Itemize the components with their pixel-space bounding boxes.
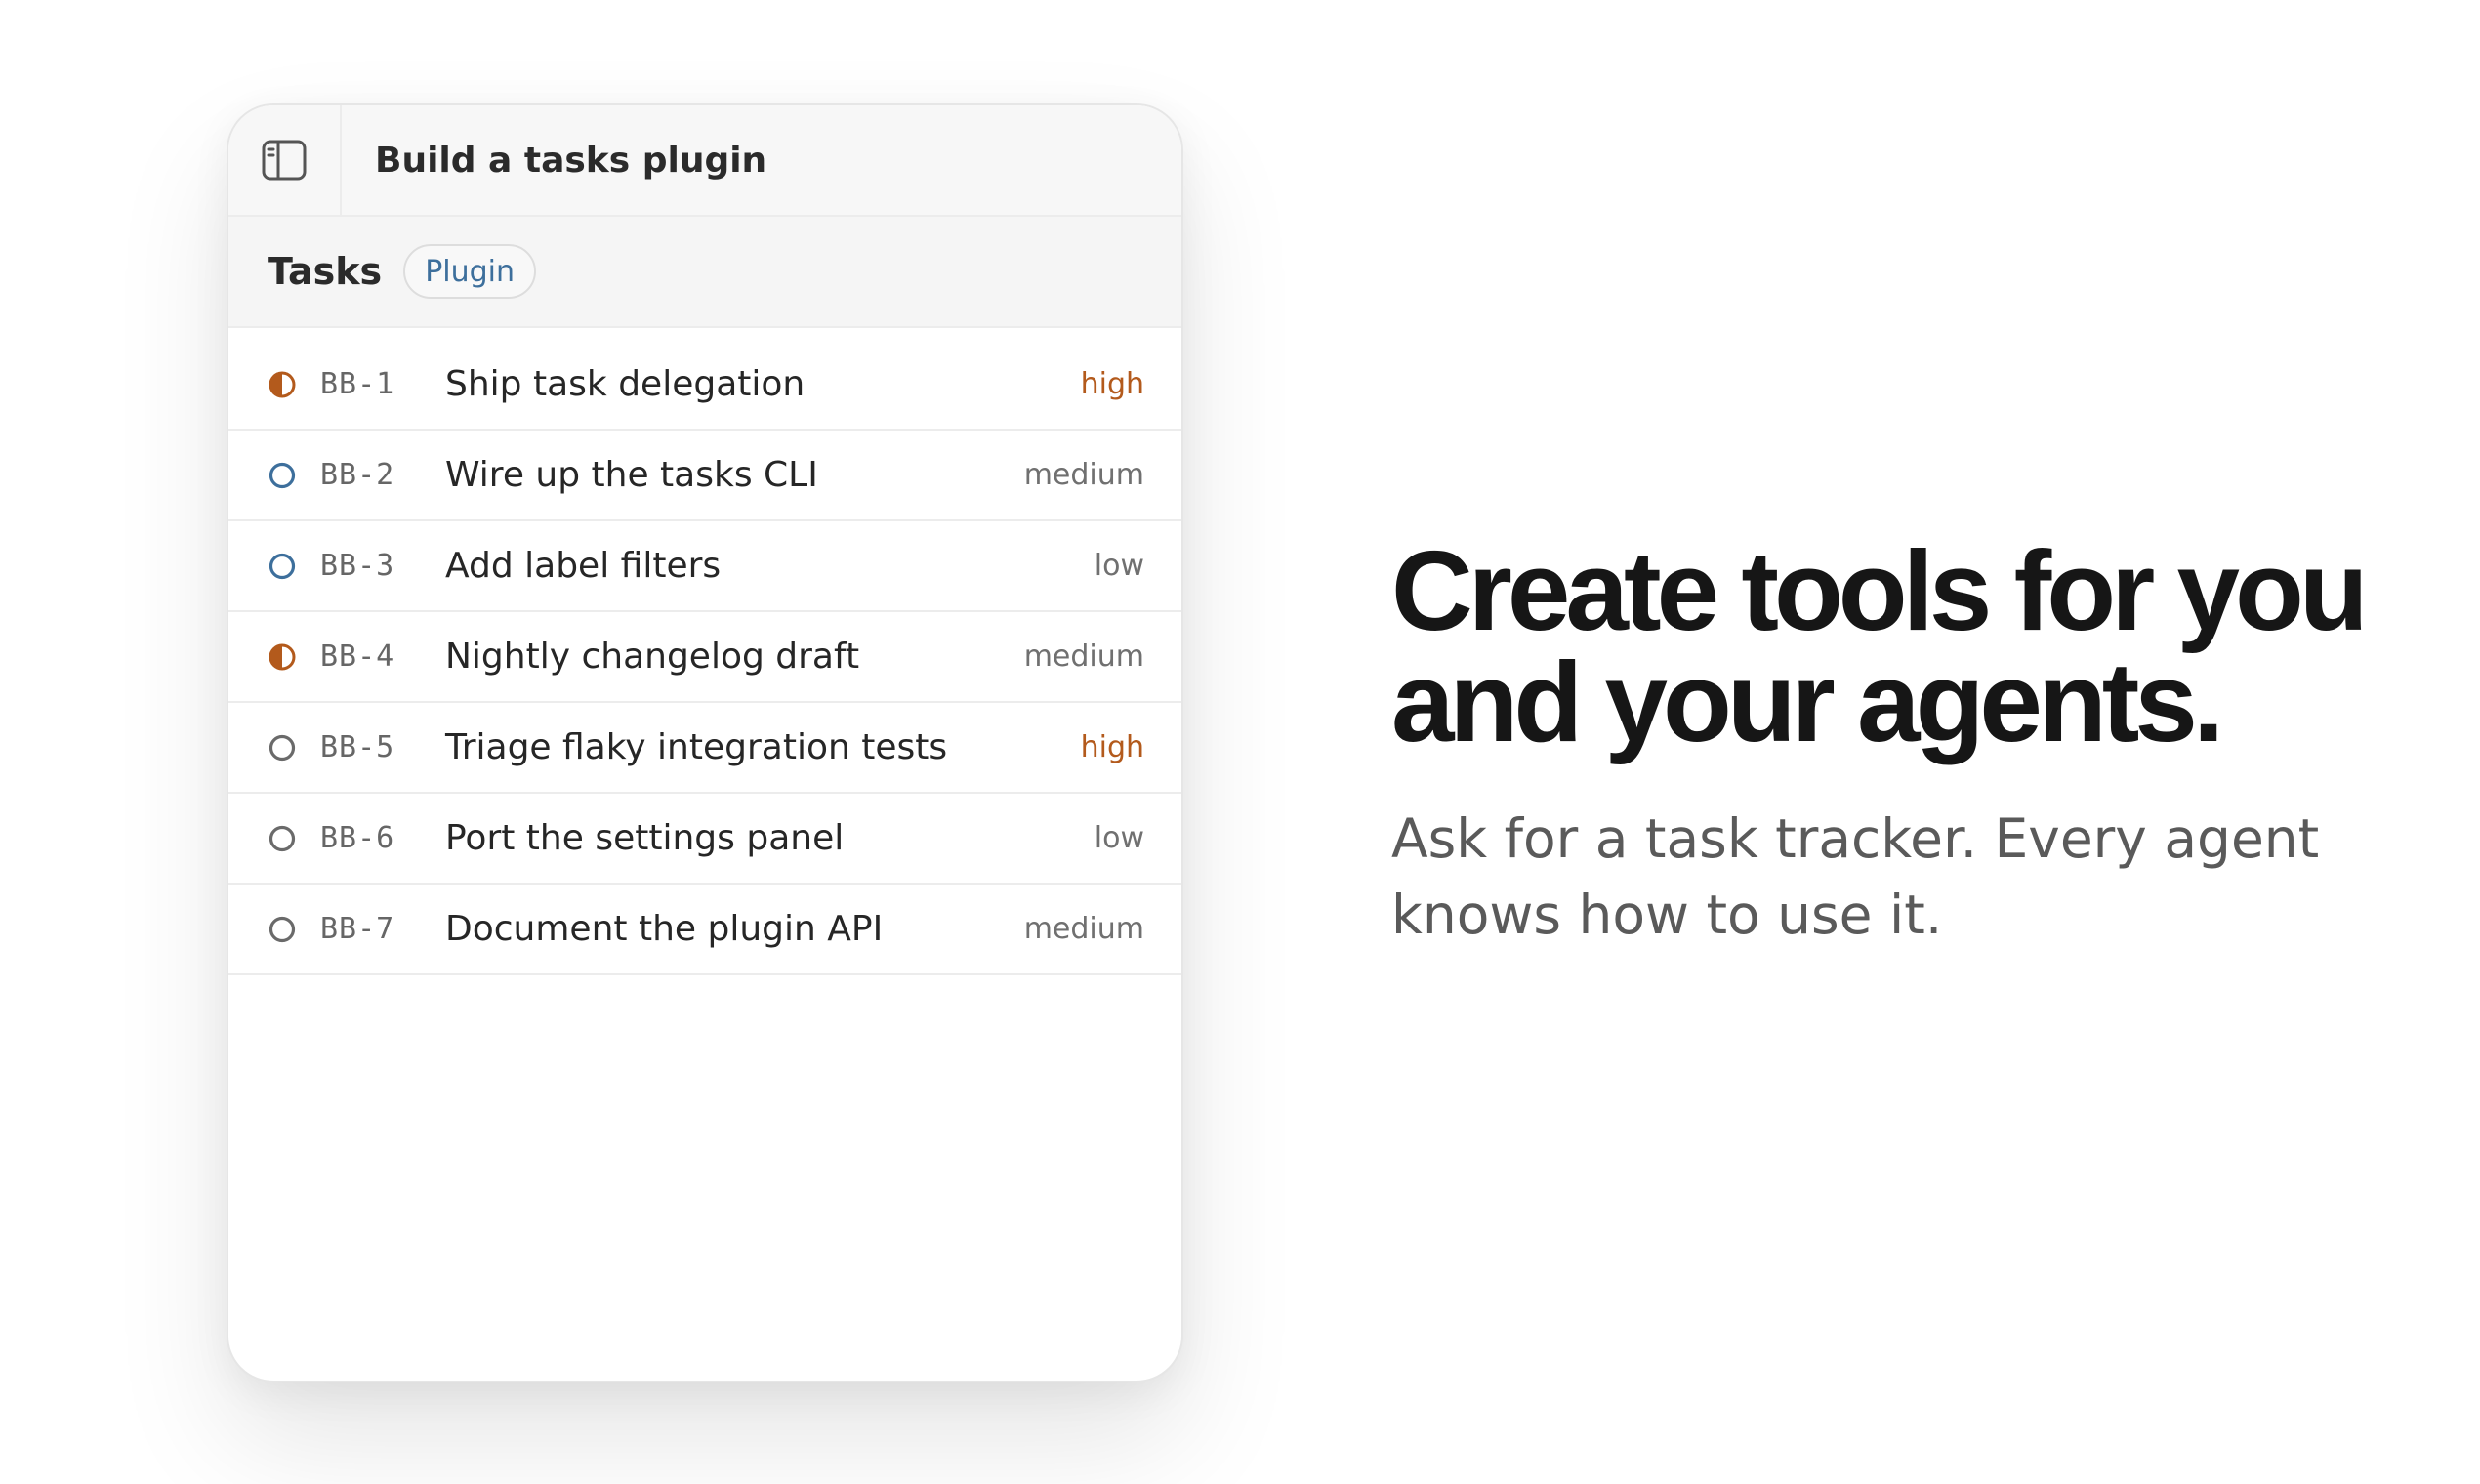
status-in-progress-icon: [269, 643, 296, 670]
task-title: Wire up the tasks CLI: [445, 455, 818, 495]
subheadline-line-2: knows how to use it.: [1391, 884, 1943, 946]
task-title: Ship task delegation: [445, 364, 806, 404]
sidebar-toggle-button[interactable]: [228, 105, 342, 216]
task-row[interactable]: BB-2 Wire up the tasks CLI medium: [228, 431, 1181, 521]
sidebar-panel-icon: [262, 140, 307, 181]
task-priority: low: [1094, 549, 1144, 583]
task-row[interactable]: BB-3 Add label filters low: [228, 521, 1181, 612]
tasks-heading: Tasks: [268, 250, 383, 293]
headline-line-1: Create tools for you: [1391, 527, 2369, 654]
task-priority: low: [1094, 821, 1144, 855]
status-open-icon: [269, 553, 296, 579]
task-row[interactable]: BB-6 Port the settings panel low: [228, 794, 1181, 885]
task-title: Nightly changelog draft: [445, 637, 860, 677]
plugin-badge: Plugin: [403, 244, 537, 299]
task-id: BB-3: [320, 549, 395, 583]
page: Build a tasks plugin Tasks Plugin BB-1 Sh…: [0, 0, 2480, 1484]
task-title: Triage flaky integration tests: [445, 727, 948, 767]
task-row[interactable]: BB-5 Triage flaky integration tests high: [228, 703, 1181, 794]
status-open-icon: [269, 462, 296, 488]
app-window: Build a tasks plugin Tasks Plugin BB-1 Sh…: [227, 103, 1183, 1382]
headline: Create tools for you and your agents.: [1391, 527, 2426, 765]
status-open-icon: [269, 916, 296, 942]
task-id: BB-6: [320, 821, 395, 855]
task-title: Port the settings panel: [445, 818, 845, 858]
status-open-icon: [269, 825, 296, 851]
task-list: BB-1 Ship task delegation high BB-2 Wire up …: [228, 328, 1181, 975]
tasks-header: Tasks Plugin: [228, 217, 1181, 328]
subheadline-line-1: Ask for a task tracker. Every agent: [1391, 807, 2320, 870]
task-id: BB-5: [320, 730, 395, 764]
task-title: Add label filters: [445, 546, 722, 586]
task-row[interactable]: BB-7 Document the plugin API medium: [228, 885, 1181, 975]
task-title: Document the plugin API: [445, 909, 884, 949]
task-id: BB-1: [320, 367, 395, 401]
task-id: BB-4: [320, 639, 395, 674]
task-priority: high: [1080, 730, 1144, 764]
task-id: BB-7: [320, 912, 395, 946]
title-bar: Build a tasks plugin: [228, 105, 1181, 217]
window-title: Build a tasks plugin: [375, 140, 767, 181]
task-row[interactable]: BB-4 Nightly changelog draft medium: [228, 612, 1181, 703]
task-priority: medium: [1023, 458, 1144, 492]
headline-line-2: and your agents.: [1391, 639, 2224, 765]
status-in-progress-icon: [269, 371, 296, 397]
task-priority: medium: [1023, 639, 1144, 674]
status-open-icon: [269, 734, 296, 761]
task-priority: high: [1080, 367, 1144, 401]
task-row[interactable]: BB-1 Ship task delegation high: [228, 340, 1181, 431]
subheadline: Ask for a task tracker. Every agent know…: [1391, 801, 2368, 953]
task-priority: medium: [1023, 912, 1144, 946]
task-id: BB-2: [320, 458, 395, 492]
